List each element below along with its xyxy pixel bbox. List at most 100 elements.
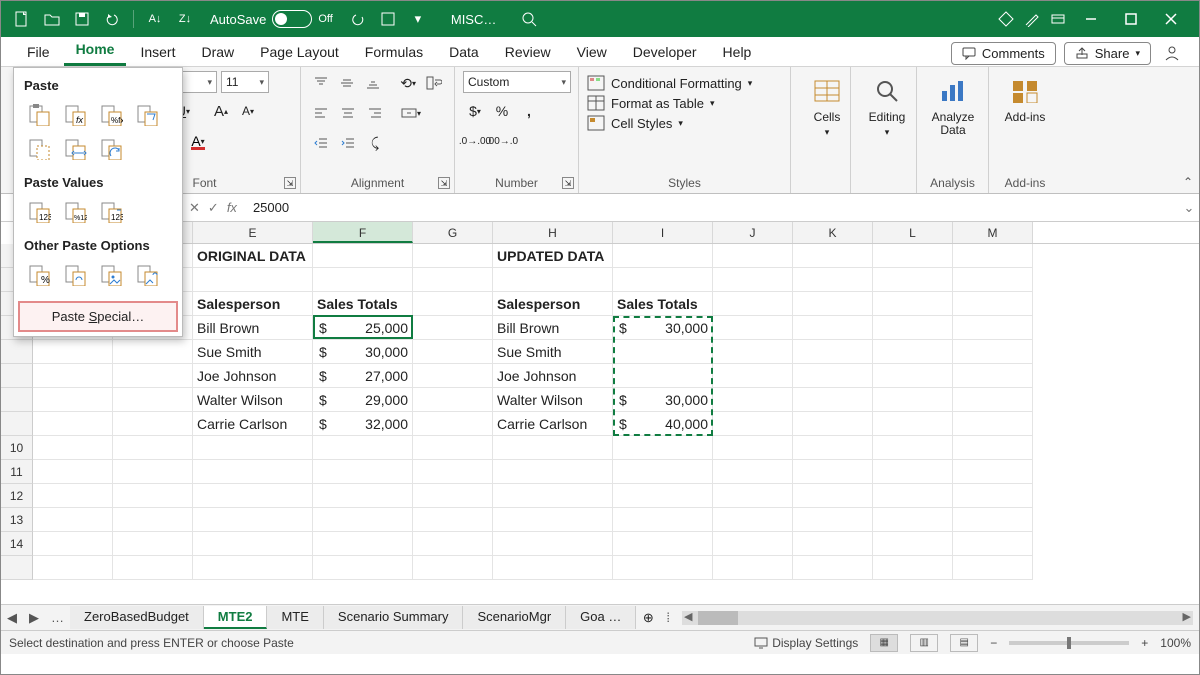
font-color-button[interactable]: A▾ bbox=[186, 129, 210, 153]
column-header[interactable]: I bbox=[613, 222, 713, 243]
cell[interactable] bbox=[113, 388, 193, 412]
align-bottom-icon[interactable] bbox=[361, 71, 384, 95]
cell[interactable] bbox=[873, 388, 953, 412]
cell[interactable] bbox=[713, 532, 793, 556]
cell[interactable] bbox=[413, 460, 493, 484]
save-icon[interactable] bbox=[69, 6, 95, 32]
align-center-icon[interactable] bbox=[336, 101, 360, 125]
cell[interactable]: Salesperson bbox=[493, 292, 613, 316]
cell[interactable]: Joe Johnson bbox=[193, 364, 313, 388]
cell[interactable] bbox=[713, 244, 793, 268]
cell[interactable] bbox=[953, 436, 1033, 460]
cell[interactable]: 29,000 bbox=[313, 388, 413, 412]
orientation-icon[interactable]: ⟲▾ bbox=[397, 71, 420, 95]
cell[interactable]: 32,000 bbox=[313, 412, 413, 436]
sheet-tab[interactable]: ScenarioMgr bbox=[463, 606, 566, 629]
sheet-tab[interactable]: MTE bbox=[267, 606, 323, 629]
cell[interactable] bbox=[713, 340, 793, 364]
paste-transpose-icon[interactable] bbox=[96, 135, 126, 163]
cell[interactable] bbox=[493, 508, 613, 532]
cell[interactable] bbox=[193, 508, 313, 532]
cell[interactable] bbox=[193, 436, 313, 460]
column-header[interactable]: J bbox=[713, 222, 793, 243]
row-header[interactable] bbox=[1, 412, 33, 436]
merge-center-icon[interactable]: ▾ bbox=[399, 101, 423, 125]
align-left-icon[interactable] bbox=[309, 101, 333, 125]
sheet-tab[interactable]: MTE2 bbox=[204, 606, 268, 629]
column-header[interactable]: G bbox=[413, 222, 493, 243]
cell[interactable] bbox=[613, 244, 713, 268]
cell[interactable] bbox=[793, 412, 873, 436]
cell[interactable] bbox=[953, 412, 1033, 436]
conditional-formatting-button[interactable]: Conditional Formatting▾ bbox=[587, 75, 782, 91]
normal-view-icon[interactable]: ▦ bbox=[870, 634, 898, 652]
cell[interactable] bbox=[873, 268, 953, 292]
cell[interactable] bbox=[613, 508, 713, 532]
cell[interactable] bbox=[113, 460, 193, 484]
cell[interactable] bbox=[713, 388, 793, 412]
display-settings-button[interactable]: Display Settings bbox=[754, 636, 858, 650]
pen-icon[interactable] bbox=[1019, 6, 1045, 32]
tab-view[interactable]: View bbox=[565, 38, 619, 66]
cell[interactable] bbox=[33, 556, 113, 580]
cell[interactable] bbox=[313, 532, 413, 556]
cell[interactable] bbox=[613, 460, 713, 484]
horizontal-scrollbar[interactable]: ◀▶ bbox=[682, 611, 1193, 625]
alignment-dialog-launcher[interactable]: ⇲ bbox=[438, 177, 450, 189]
share-button[interactable]: Share▾ bbox=[1064, 42, 1151, 65]
paste-linked-picture-icon[interactable] bbox=[132, 261, 162, 289]
cell[interactable] bbox=[113, 412, 193, 436]
page-layout-view-icon[interactable]: ▥ bbox=[910, 634, 938, 652]
cell[interactable] bbox=[873, 460, 953, 484]
cell[interactable] bbox=[33, 436, 113, 460]
cell[interactable] bbox=[113, 556, 193, 580]
cell[interactable] bbox=[493, 556, 613, 580]
new-sheet-button[interactable]: ⊕ bbox=[636, 610, 660, 626]
cell[interactable] bbox=[413, 508, 493, 532]
row-header[interactable]: 14 bbox=[1, 532, 33, 556]
decrease-indent-icon[interactable] bbox=[309, 131, 333, 155]
decrease-font-icon[interactable]: A▾ bbox=[236, 99, 260, 123]
cell[interactable]: 40,000 bbox=[613, 412, 713, 436]
cell[interactable] bbox=[873, 556, 953, 580]
cell[interactable] bbox=[873, 484, 953, 508]
cell[interactable] bbox=[33, 340, 113, 364]
cell[interactable] bbox=[793, 340, 873, 364]
cell[interactable] bbox=[113, 532, 193, 556]
cell-styles-button[interactable]: Cell Styles▾ bbox=[587, 115, 782, 131]
cell[interactable] bbox=[193, 556, 313, 580]
cell[interactable] bbox=[613, 532, 713, 556]
cell[interactable]: Walter Wilson bbox=[193, 388, 313, 412]
cell[interactable]: Salesperson bbox=[193, 292, 313, 316]
row-header[interactable]: 10 bbox=[1, 436, 33, 460]
cell[interactable] bbox=[713, 292, 793, 316]
cell[interactable] bbox=[873, 532, 953, 556]
cell[interactable] bbox=[873, 340, 953, 364]
paste-picture-icon[interactable] bbox=[96, 261, 126, 289]
save-alt-icon[interactable] bbox=[375, 6, 401, 32]
zoom-level[interactable]: 100% bbox=[1160, 636, 1191, 650]
cell[interactable] bbox=[713, 412, 793, 436]
search-icon[interactable] bbox=[516, 6, 542, 32]
paste-values-icon[interactable]: 123 bbox=[24, 198, 54, 226]
cell[interactable] bbox=[953, 532, 1033, 556]
cell[interactable] bbox=[793, 460, 873, 484]
cell[interactable] bbox=[613, 340, 713, 364]
cell[interactable] bbox=[613, 268, 713, 292]
cell[interactable] bbox=[713, 508, 793, 532]
minimize-button[interactable] bbox=[1071, 1, 1111, 37]
cell[interactable] bbox=[493, 460, 613, 484]
cell[interactable] bbox=[953, 292, 1033, 316]
cell[interactable] bbox=[953, 364, 1033, 388]
cell[interactable] bbox=[793, 316, 873, 340]
sheet-tab[interactable]: Goa … bbox=[566, 606, 636, 629]
ribbon-mode-icon[interactable] bbox=[1045, 6, 1071, 32]
cell[interactable] bbox=[793, 244, 873, 268]
sheet-tab[interactable]: ZeroBasedBudget bbox=[70, 606, 204, 629]
cell[interactable] bbox=[113, 340, 193, 364]
cell[interactable]: 30,000 bbox=[313, 340, 413, 364]
cell[interactable] bbox=[953, 268, 1033, 292]
cell[interactable] bbox=[413, 556, 493, 580]
tab-home[interactable]: Home bbox=[64, 35, 127, 66]
paste-no-borders-icon[interactable] bbox=[24, 135, 54, 163]
